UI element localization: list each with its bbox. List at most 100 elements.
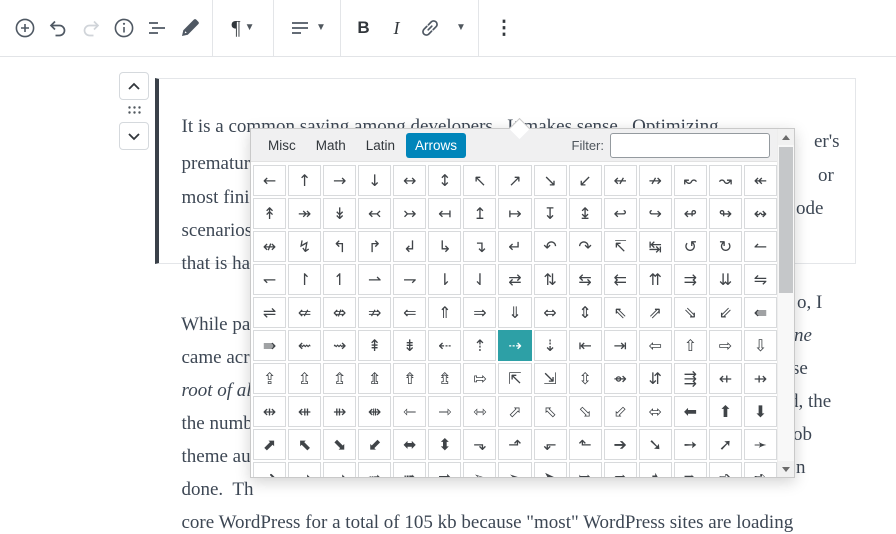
- charmap-cell[interactable]: ➨: [673, 462, 707, 477]
- redo-button[interactable]: [74, 8, 107, 48]
- charmap-cell[interactable]: ↺: [673, 231, 707, 262]
- charmap-cell[interactable]: ⬏: [498, 429, 532, 460]
- charmap-cell[interactable]: ↲: [393, 231, 427, 262]
- charmap-cell[interactable]: ⇏: [358, 297, 392, 328]
- move-up-button[interactable]: [119, 72, 149, 100]
- charmap-cell[interactable]: ⬁: [533, 396, 567, 427]
- charmap-cell[interactable]: ⇒: [463, 297, 497, 328]
- charmap-cell[interactable]: ↭: [743, 198, 777, 229]
- charmap-cell[interactable]: ↕: [428, 165, 462, 196]
- info-button[interactable]: [107, 8, 140, 48]
- charmap-cell[interactable]: ↿: [323, 264, 357, 295]
- block-type-button[interactable]: ¶ ▼: [219, 8, 267, 48]
- charmap-cell[interactable]: ⇾: [428, 396, 462, 427]
- charmap-cell[interactable]: ↥: [463, 198, 497, 229]
- charmap-cell[interactable]: ↛: [638, 165, 672, 196]
- charmap-cell[interactable]: ⬃: [603, 396, 637, 427]
- charmap-cell[interactable]: ↞: [743, 165, 777, 196]
- charmap-cell[interactable]: ⇦: [638, 330, 672, 361]
- charmap-cell[interactable]: ➠: [393, 462, 427, 477]
- charmap-cell[interactable]: ➩: [708, 462, 742, 477]
- charmap-cell[interactable]: ⇂: [428, 264, 462, 295]
- charmap-cell[interactable]: ⇜: [288, 330, 322, 361]
- charmap-cell[interactable]: ⬀: [498, 396, 532, 427]
- charmap-cell[interactable]: ⇻: [323, 396, 357, 427]
- charmap-cell[interactable]: ⬐: [533, 429, 567, 460]
- charmap-cell[interactable]: ➡: [428, 462, 462, 477]
- charmap-cell[interactable]: ⇯: [428, 363, 462, 394]
- charmap-cell[interactable]: ⇨: [708, 330, 742, 361]
- charmap-cell[interactable]: ↼: [743, 231, 777, 262]
- charmap-cell[interactable]: ⇈: [638, 264, 672, 295]
- charmap-cell[interactable]: ➤: [533, 462, 567, 477]
- charmap-cell[interactable]: ↨: [568, 198, 602, 229]
- charmap-cell[interactable]: ⇳: [568, 363, 602, 394]
- charmap-cell[interactable]: ⇴: [603, 363, 637, 394]
- charmap-cell[interactable]: ↴: [463, 231, 497, 262]
- filter-input[interactable]: [610, 132, 770, 158]
- scroll-up-button[interactable]: [778, 129, 794, 145]
- move-down-button[interactable]: [119, 122, 149, 150]
- charmap-cell[interactable]: ⇟: [393, 330, 427, 361]
- charmap-cell[interactable]: ⬌: [393, 429, 427, 460]
- tab-latin[interactable]: Latin: [357, 133, 404, 158]
- charmap-cell[interactable]: ⬎: [463, 429, 497, 460]
- charmap-cell[interactable]: ↶: [533, 231, 567, 262]
- charmap-cell[interactable]: ⇆: [568, 264, 602, 295]
- charmap-cell[interactable]: ⇘: [673, 297, 707, 328]
- charmap-cell[interactable]: ⇗: [638, 297, 672, 328]
- charmap-cell[interactable]: ➞: [323, 462, 357, 477]
- undo-button[interactable]: [41, 8, 74, 48]
- charmap-cell[interactable]: ↤: [428, 198, 462, 229]
- more-formatting-button[interactable]: ▼: [446, 8, 472, 48]
- charmap-cell[interactable]: ⇧: [673, 330, 707, 361]
- drag-handle[interactable]: [119, 100, 149, 122]
- charmap-cell[interactable]: ↽: [253, 264, 287, 295]
- link-button[interactable]: [413, 8, 446, 48]
- charmap-cell[interactable]: ⇙: [708, 297, 742, 328]
- charmap-cell[interactable]: ➣: [498, 462, 532, 477]
- charmap-cell[interactable]: ⬆: [708, 396, 742, 427]
- charmap-cell[interactable]: ⇠: [428, 330, 462, 361]
- charmap-cell[interactable]: ⇩: [743, 330, 777, 361]
- charmap-cell[interactable]: ↘: [533, 165, 567, 196]
- charmap-cell[interactable]: ⇥: [603, 330, 637, 361]
- charmap-cell[interactable]: ⇱: [498, 363, 532, 394]
- charmap-cell[interactable]: ⇛: [253, 330, 287, 361]
- charmap-cell[interactable]: ⇁: [393, 264, 427, 295]
- charmap-cell[interactable]: ⇤: [568, 330, 602, 361]
- charmap-cell[interactable]: ↳: [428, 231, 462, 262]
- charmap-cell[interactable]: ⬇: [743, 396, 777, 427]
- charmap-cell[interactable]: ↗: [498, 165, 532, 196]
- charmap-cell[interactable]: ⇝: [323, 330, 357, 361]
- charmap-cell[interactable]: →: [323, 165, 357, 196]
- charmap-cell[interactable]: ↢: [358, 198, 392, 229]
- charmap-cell[interactable]: ➢: [463, 462, 497, 477]
- charmap-cell[interactable]: ↑: [288, 165, 322, 196]
- charmap-cell[interactable]: ⇚: [743, 297, 777, 328]
- charmap-cell[interactable]: ⇅: [533, 264, 567, 295]
- charmap-cell[interactable]: ↹: [638, 231, 672, 262]
- charmap-cell[interactable]: ⬂: [568, 396, 602, 427]
- charmap-cell[interactable]: ➝: [288, 462, 322, 477]
- charmap-cell[interactable]: ↓: [358, 165, 392, 196]
- charmap-cell[interactable]: ⇐: [393, 297, 427, 328]
- charmap-cell[interactable]: ↱: [358, 231, 392, 262]
- charmap-cell[interactable]: ⇓: [498, 297, 532, 328]
- charmap-cell[interactable]: ➚: [708, 429, 742, 460]
- charmap-cell[interactable]: ⇲: [533, 363, 567, 394]
- charmap-cell[interactable]: ↻: [708, 231, 742, 262]
- charmap-cell[interactable]: ⇡: [463, 330, 497, 361]
- charmap-cell[interactable]: ⇰: [463, 363, 497, 394]
- charmap-cell[interactable]: ↟: [253, 198, 287, 229]
- charmap-cell[interactable]: ⇪: [253, 363, 287, 394]
- charmap-cell[interactable]: ↬: [708, 198, 742, 229]
- charmap-cell[interactable]: ↖: [463, 165, 497, 196]
- tab-misc[interactable]: Misc: [259, 133, 305, 158]
- charmap-cell[interactable]: ⇉: [673, 264, 707, 295]
- charmap-cell[interactable]: ⇺: [288, 396, 322, 427]
- tab-arrows[interactable]: Arrows: [406, 132, 467, 158]
- align-button[interactable]: ▼: [280, 8, 334, 48]
- charmap-cell[interactable]: ↯: [288, 231, 322, 262]
- charmap-cell[interactable]: ⇇: [603, 264, 637, 295]
